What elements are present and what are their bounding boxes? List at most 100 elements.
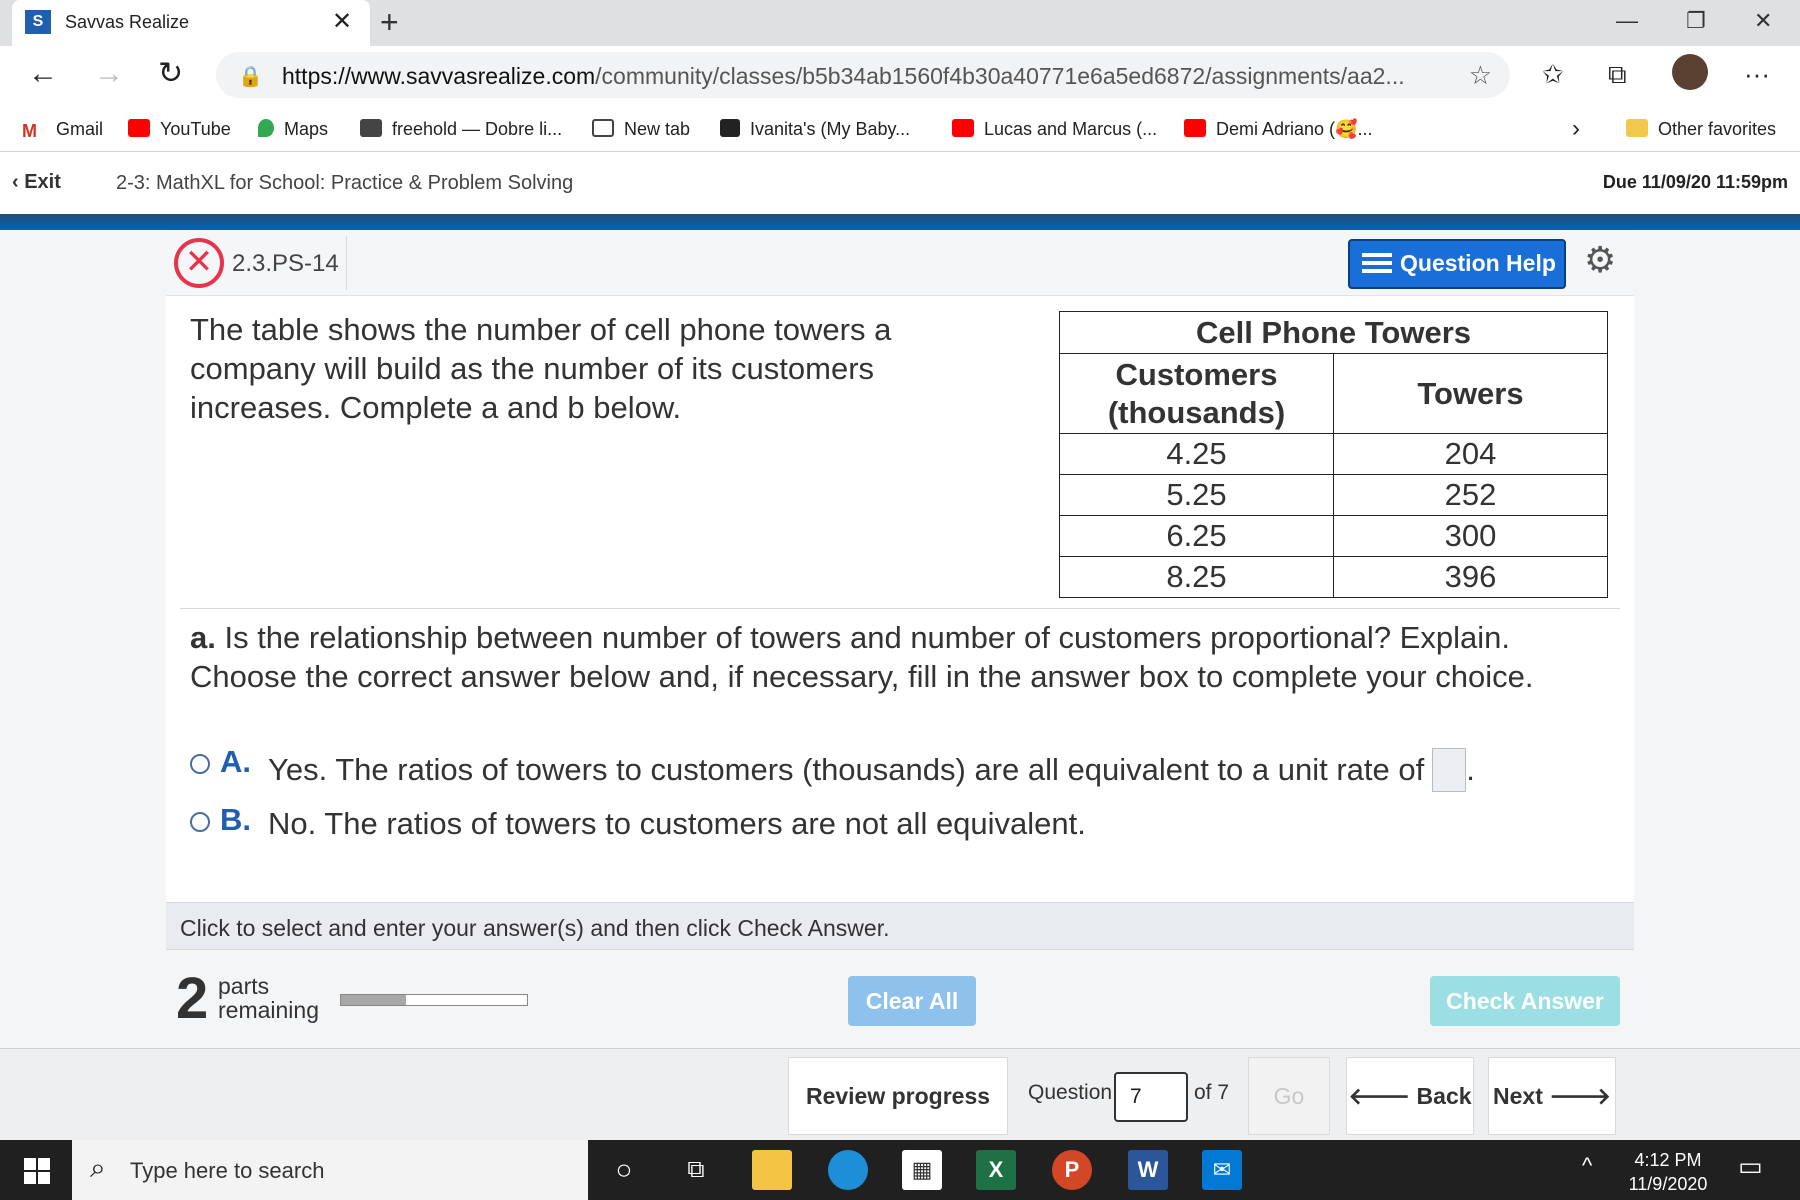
choice-a[interactable]: A. Yes. The ratios of towers to customer… — [190, 744, 1475, 794]
bookmark-ivanita[interactable]: Ivanita's (My Baby... — [720, 116, 910, 142]
exit-button[interactable]: ‹ Exit — [12, 171, 61, 194]
collections-icon[interactable]: ⧉ — [1608, 58, 1627, 90]
chevron-up-icon[interactable]: ^ — [1582, 1154, 1592, 1178]
question-navigation: Review progress Question of 7 Go 🡐 Back … — [0, 1048, 1800, 1140]
review-progress-button[interactable]: Review progress — [788, 1057, 1008, 1135]
gear-icon[interactable]: ⚙ — [1584, 240, 1616, 280]
question-label: Question — [1028, 1081, 1113, 1104]
bookmark-lucas-marcus[interactable]: Lucas and Marcus (... — [952, 116, 1157, 142]
question-header: ✕ 2.3.PS-14 Question Help ⚙ — [166, 230, 1634, 296]
favorites-icon[interactable]: ✩ — [1542, 58, 1564, 90]
question-footer: 2 parts remaining Clear All Check Answer — [166, 950, 1634, 1048]
taskbar-search[interactable]: ⌕ Type here to search — [72, 1140, 588, 1200]
favorite-star-icon[interactable]: ☆ — [1469, 60, 1492, 91]
browser-tab-strip: S Savvas Realize ✕ + — ❐ ✕ — [0, 0, 1800, 46]
section-divider — [180, 608, 1620, 609]
bookmarks-bar: M Gmail YouTube Maps freehold — Dobre li.… — [0, 108, 1800, 152]
browser-tab[interactable]: S Savvas Realize ✕ — [12, 0, 370, 46]
choice-a-text-wrap: Yes. The ratios of towers to customers (… — [268, 748, 1475, 792]
go-button[interactable]: Go — [1248, 1057, 1330, 1135]
divider — [346, 236, 347, 290]
maps-icon — [258, 119, 274, 137]
more-menu-icon[interactable]: ··· — [1744, 58, 1770, 90]
clear-all-button[interactable]: Clear All — [848, 976, 976, 1026]
gmail-icon: M — [22, 121, 37, 141]
parts-remaining-label: parts remaining — [218, 974, 319, 1022]
question-help-label: Question Help — [1400, 250, 1556, 276]
bookmark-label: Ivanita's (My Baby... — [750, 119, 911, 139]
assignment-title: 2-3: MathXL for School: Practice & Probl… — [116, 172, 574, 194]
chevron-left-icon: ‹ — [12, 171, 25, 193]
back-button[interactable]: 🡐 Back — [1346, 1057, 1474, 1135]
store-icon[interactable]: ▦ — [902, 1150, 942, 1190]
restore-icon[interactable]: ❐ — [1686, 8, 1706, 34]
url-text[interactable]: https://www.savvasrealize.com/community/… — [282, 63, 1405, 90]
excel-icon[interactable]: X — [976, 1150, 1016, 1190]
table-caption: Cell Phone Towers — [1059, 311, 1608, 354]
facebook-icon — [720, 119, 740, 137]
bookmark-gmail[interactable]: M Gmail — [22, 116, 103, 142]
tab-close-icon[interactable]: ✕ — [332, 8, 352, 36]
check-answer-button[interactable]: Check Answer — [1430, 976, 1620, 1026]
next-label: Next — [1493, 1083, 1543, 1109]
bookmark-label: freehold — Dobre li... — [392, 119, 563, 139]
next-button[interactable]: Next 🡒 — [1488, 1057, 1616, 1135]
bookmark-label: YouTube — [160, 119, 231, 139]
refresh-icon[interactable]: ↻ — [158, 58, 183, 90]
other-favorites[interactable]: Other favorites — [1626, 116, 1776, 142]
powerpoint-icon[interactable]: P — [1052, 1150, 1092, 1190]
windows-start-icon[interactable] — [24, 1158, 50, 1184]
url-domain: https://www.savvasrealize.com — [282, 63, 596, 89]
bookmark-demi[interactable]: Demi Adriano (🥰... — [1184, 116, 1372, 142]
table-row: 4.25 204 — [1059, 433, 1608, 475]
radio-a[interactable] — [190, 754, 210, 774]
bookmark-freehold[interactable]: freehold — Dobre li... — [360, 116, 562, 142]
choice-a-letter: A. — [220, 744, 251, 779]
word-icon[interactable]: W — [1128, 1150, 1168, 1190]
column-header-line: Customers — [1115, 356, 1278, 392]
question-panel: ✕ 2.3.PS-14 Question Help ⚙ The table sh… — [166, 230, 1634, 1048]
window-close-icon[interactable]: ✕ — [1754, 8, 1772, 34]
profile-avatar[interactable] — [1672, 54, 1708, 90]
towers-cell: 300 — [1333, 515, 1608, 557]
browser-toolbar: ← → ↻ 🔒 https://www.savvasrealize.com/co… — [0, 46, 1800, 108]
back-label: Back — [1416, 1083, 1472, 1109]
edge-icon[interactable] — [828, 1150, 868, 1190]
bookmark-label: New tab — [624, 119, 691, 139]
list-icon — [1362, 253, 1392, 275]
parts-remaining-count: 2 — [176, 966, 209, 1031]
address-bar[interactable]: 🔒 https://www.savvasrealize.com/communit… — [216, 52, 1510, 98]
savvas-favicon-icon: S — [25, 10, 51, 34]
bookmark-label: Demi Adriano (🥰... — [1216, 119, 1373, 139]
part-a-label: a. — [190, 620, 216, 655]
unit-rate-answer-box[interactable] — [1432, 748, 1467, 792]
radio-b[interactable] — [190, 812, 210, 832]
customers-cell: 6.25 — [1059, 515, 1334, 557]
bookmark-youtube[interactable]: YouTube — [128, 116, 231, 142]
clock-date: 11/9/2020 — [1628, 1174, 1708, 1194]
question-help-button[interactable]: Question Help — [1348, 239, 1566, 289]
clock[interactable]: 4:12 PM 11/9/2020 — [1620, 1148, 1716, 1196]
notifications-icon[interactable]: ▭ — [1738, 1153, 1763, 1179]
forward-arrow-icon[interactable]: → — [94, 58, 124, 90]
folder-icon — [1626, 119, 1648, 137]
customers-cell: 5.25 — [1059, 474, 1334, 516]
bookmark-new-tab[interactable]: New tab — [592, 116, 690, 142]
part-a-instruction: Choose the correct answer below and, if … — [190, 659, 1534, 694]
task-view-icon[interactable]: ⧉ — [676, 1150, 716, 1190]
minimize-icon[interactable]: — — [1616, 8, 1638, 34]
bookmark-maps[interactable]: Maps — [258, 116, 328, 142]
lock-icon: 🔒 — [238, 66, 263, 88]
choice-b[interactable]: B. No. The ratios of towers to customers… — [190, 802, 1390, 852]
mail-icon[interactable]: ✉ — [1202, 1150, 1242, 1190]
chevron-right-icon[interactable]: › — [1572, 116, 1580, 142]
question-number-input[interactable] — [1114, 1072, 1188, 1122]
cortana-icon[interactable]: ○ — [604, 1150, 644, 1190]
back-arrow-icon[interactable]: ← — [28, 58, 58, 90]
arrow-left-icon: 🡐 — [1348, 1083, 1417, 1109]
incorrect-x-icon: ✕ — [174, 238, 224, 288]
exit-label: Exit — [24, 171, 61, 193]
new-tab-icon[interactable]: + — [380, 6, 399, 38]
choice-b-letter: B. — [220, 802, 251, 837]
file-explorer-icon[interactable] — [752, 1150, 792, 1190]
